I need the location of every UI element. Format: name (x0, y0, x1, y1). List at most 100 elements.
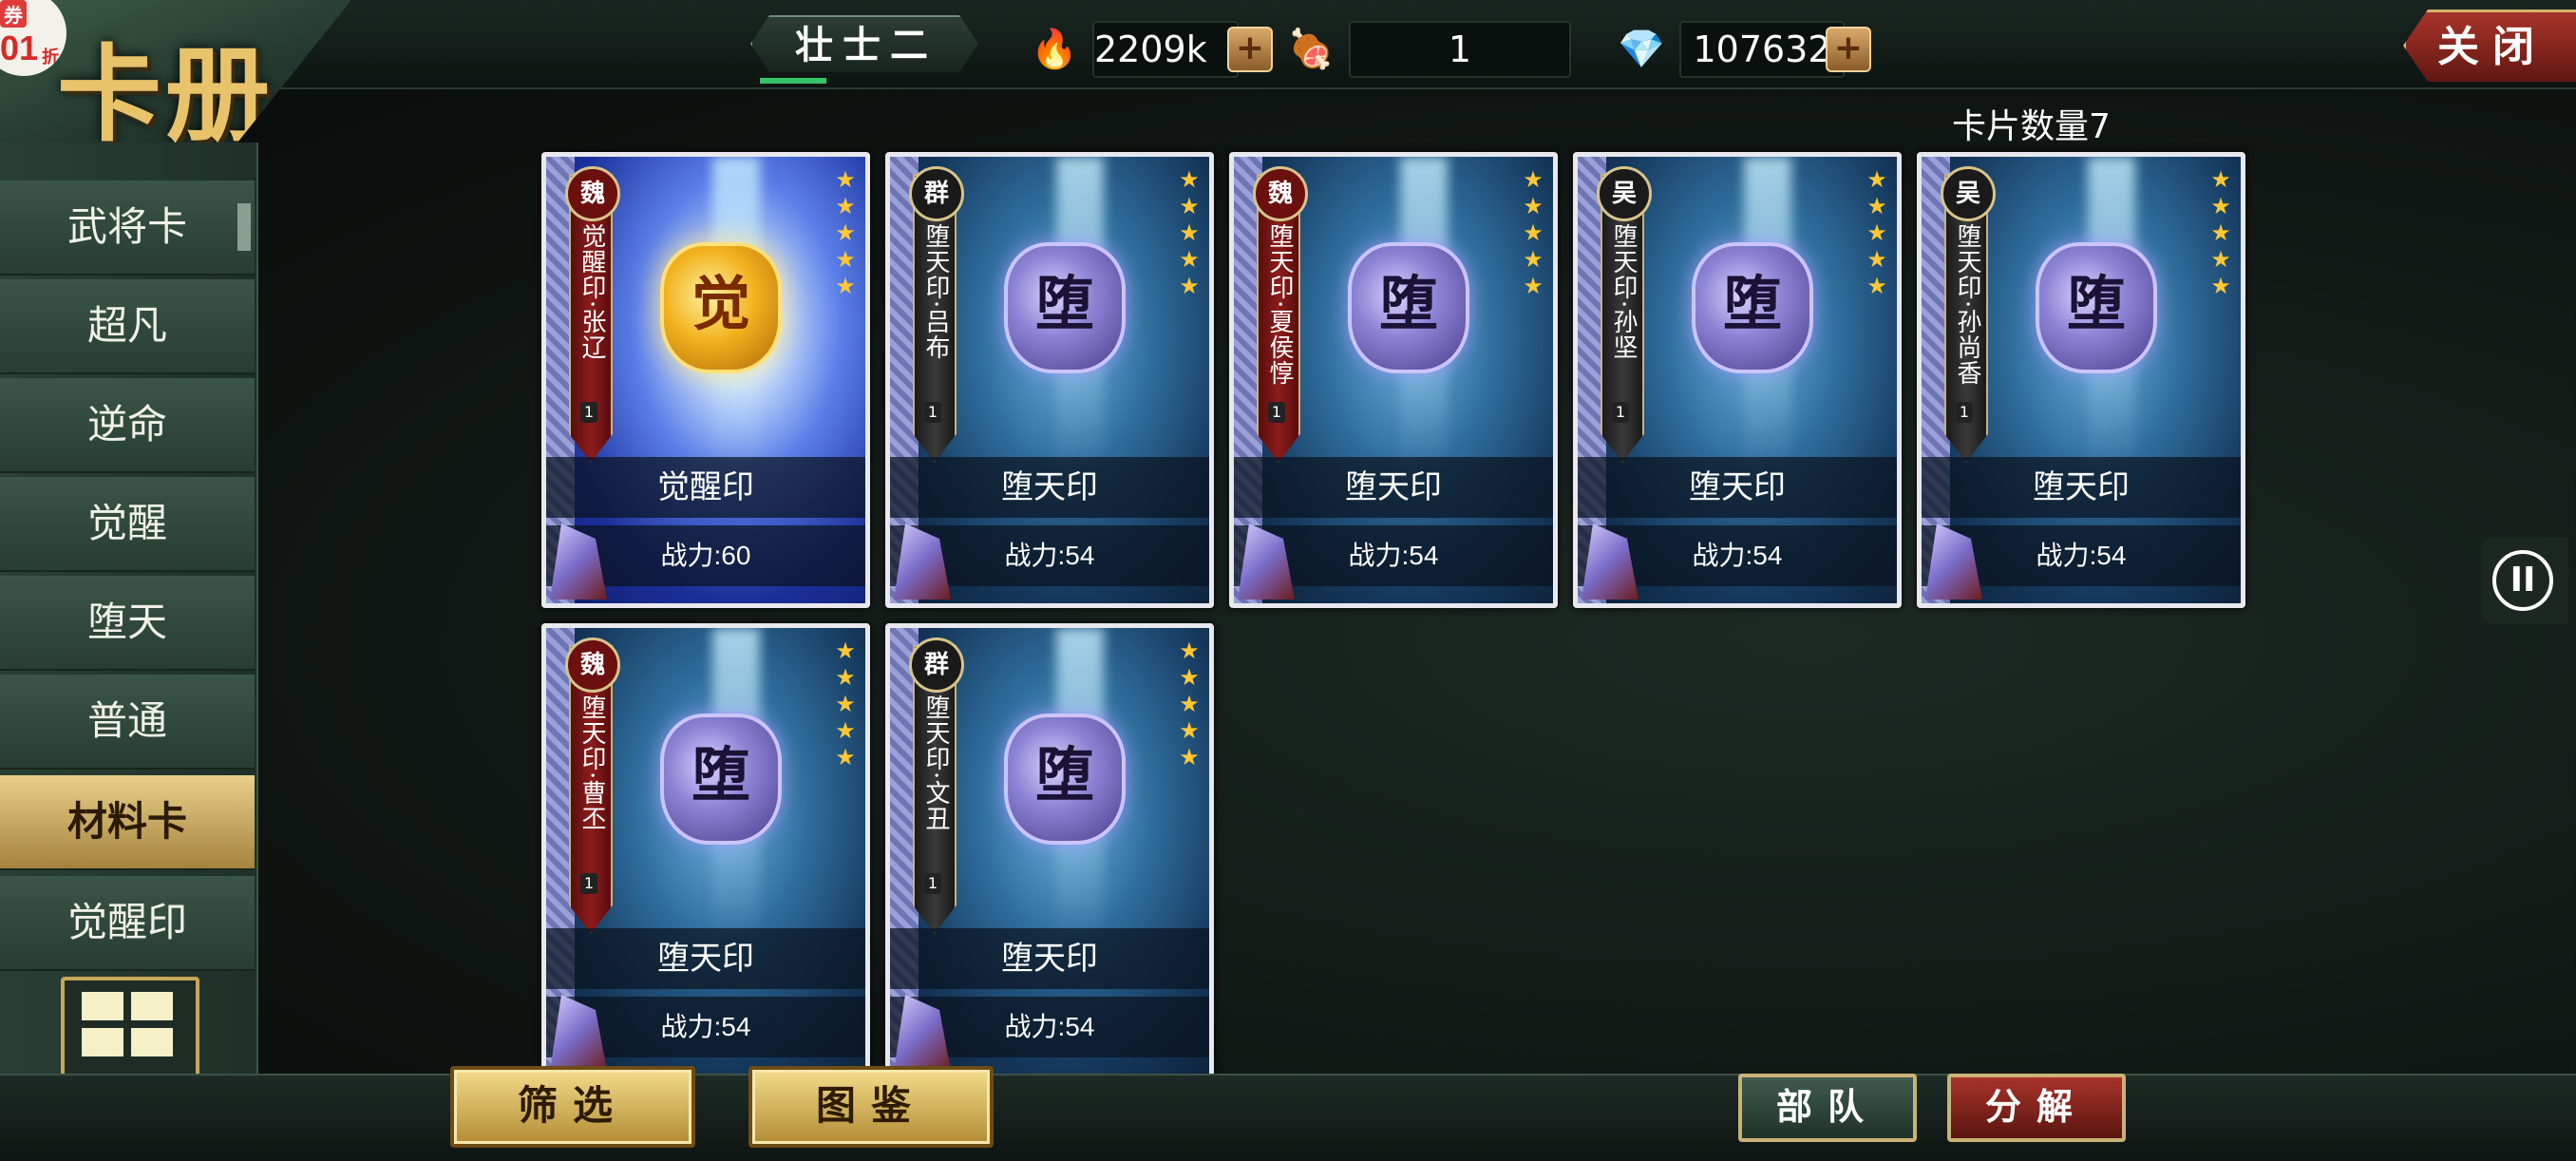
star-icon: ★ (1866, 166, 1887, 193)
star-icon: ★ (1866, 273, 1887, 299)
sidebar-item-label: 逆命 (86, 401, 167, 447)
card-level: 1 (580, 402, 597, 423)
grid-cell (131, 992, 173, 1020)
catalog-button[interactable]: 图鉴 (748, 1066, 994, 1148)
material-card[interactable]: 群堕天印·吕布 1 ★ ★ ★ ★ ★ 堕堕天印 战力:54 (885, 152, 1214, 608)
tab-arrow-icon (237, 203, 251, 251)
star-icon: ★ (1179, 638, 1200, 664)
star-icon: ★ (835, 744, 856, 771)
filter-button[interactable]: 筛选 (450, 1066, 695, 1148)
star-icon: ★ (2210, 166, 2231, 193)
decompose-button[interactable]: 分解 (1947, 1074, 2126, 1142)
page-title: 卡册 (57, 33, 274, 156)
star-icon: ★ (1523, 246, 1544, 273)
card-level: 1 (580, 873, 597, 894)
squad-name-tab[interactable]: 壮士二 (750, 15, 978, 72)
star-icon: ★ (1523, 219, 1544, 246)
sidebar-item-general-card[interactable]: 武将卡 (0, 181, 255, 276)
resource-meat: 🍖 1 (1287, 21, 1571, 78)
star-icon: ★ (1179, 744, 1200, 771)
star-rating: ★ ★ ★ ★ ★ (1177, 638, 1202, 771)
seal-emblem-icon: 堕 (2036, 242, 2157, 373)
star-rating: ★ ★ ★ ★ ★ (833, 638, 858, 771)
material-card[interactable]: 魏觉醒印·张辽 1 ★ ★ ★ ★ ★ 觉觉醒印 战力:60 (541, 152, 870, 608)
star-icon: ★ (835, 664, 856, 691)
sidebar-item-normal[interactable]: 普通 (0, 675, 255, 770)
star-icon: ★ (1523, 273, 1544, 299)
star-icon: ★ (1179, 246, 1200, 273)
grid-cell (82, 992, 123, 1020)
seal-emblem-icon: 觉 (660, 242, 782, 373)
star-icon: ★ (835, 193, 856, 219)
card-name: 堕天印·夏侯惇 (1265, 223, 1294, 387)
sidebar-item-material-card[interactable]: 材料卡 (0, 775, 255, 870)
seal-emblem-icon: 堕 (660, 714, 782, 845)
add-flame-button[interactable]: + (1227, 27, 1273, 72)
seal-emblem-icon: 堕 (1692, 242, 1813, 373)
sidebar-item-label: 觉醒印 (66, 899, 187, 945)
add-gem-button[interactable]: + (1826, 27, 1871, 72)
flame-icon: 🔥 (1031, 28, 1078, 71)
star-icon: ★ (1866, 193, 1887, 219)
card-type: 堕天印 (890, 928, 1209, 989)
faction-badge: 魏 (1253, 166, 1308, 221)
gem-icon: 💎 (1618, 28, 1665, 71)
close-button[interactable]: 关闭 (2403, 10, 2576, 82)
seal-emblem-icon: 堕 (1004, 714, 1126, 845)
card-type: 堕天印 (890, 457, 1209, 518)
star-icon: ★ (2210, 219, 2231, 246)
star-icon: ★ (835, 691, 856, 717)
card-type: 堕天印 (1234, 457, 1553, 518)
bottom-bar (0, 1074, 2576, 1161)
resource-gem-value: 107632 (1693, 29, 1831, 70)
star-icon: ★ (1179, 166, 1200, 193)
sidebar-item-defy-fate[interactable]: 逆命 (0, 378, 255, 473)
resource-meat-value: 1 (1448, 29, 1472, 70)
card-name: 觉醒印·张辽 (578, 223, 606, 361)
coupon-value: 01 (0, 29, 39, 67)
faction-badge: 群 (909, 166, 964, 221)
material-card[interactable]: 群堕天印·文丑 1 ★ ★ ★ ★ ★ 堕堕天印 战力:54 (885, 623, 1214, 1079)
faction-badge: 吴 (1941, 166, 1996, 221)
material-card[interactable]: 吴堕天印·孙尚香 1 ★ ★ ★ ★ ★ 堕堕天印 战力:54 (1917, 152, 2245, 608)
sidebar-item-label: 堕天 (86, 599, 167, 645)
resource-gem: 💎 107632 (1618, 21, 1845, 78)
sidebar-item-fallen[interactable]: 堕天 (0, 576, 255, 671)
meat-icon: 🍖 (1287, 28, 1335, 71)
star-icon: ★ (835, 717, 856, 744)
card-type: 觉醒印 (546, 457, 865, 518)
card-name: 堕天印·吕布 (921, 223, 950, 361)
star-icon: ★ (1179, 219, 1200, 246)
grid-cell (131, 1028, 173, 1056)
card-level: 1 (924, 402, 941, 423)
star-icon: ★ (1866, 219, 1887, 246)
squad-indicator (760, 78, 826, 84)
card-count: 卡片数量7 (1952, 107, 2111, 146)
material-card[interactable]: 魏堕天印·曹丕 1 ★ ★ ★ ★ ★ 堕堕天印 战力:54 (541, 623, 870, 1079)
star-icon: ★ (1523, 166, 1544, 193)
grid-view-button[interactable] (61, 977, 199, 1077)
faction-badge: 吴 (1597, 166, 1652, 221)
resource-flame: 🔥 2209k (1031, 21, 1239, 78)
coupon-badge[interactable]: 券 01 折 (0, 0, 66, 76)
card-type: 堕天印 (546, 928, 865, 989)
card-name: 堕天印·曹丕 (578, 695, 606, 832)
card-name: 堕天印·文丑 (921, 695, 950, 832)
category-sidebar: 武将卡 超凡 逆命 觉醒 堕天 普通 材料卡 觉醒印 (0, 143, 258, 1074)
star-icon: ★ (835, 638, 856, 664)
pause-button[interactable]: II (2481, 537, 2568, 624)
sidebar-item-transcend[interactable]: 超凡 (0, 279, 255, 374)
star-icon: ★ (1179, 691, 1200, 717)
card-type: 堕天印 (1922, 457, 2241, 518)
material-card[interactable]: 魏堕天印·夏侯惇 1 ★ ★ ★ ★ ★ 堕堕天印 战力:54 (1229, 152, 1558, 608)
faction-badge: 魏 (565, 166, 620, 221)
sidebar-item-label: 超凡 (86, 302, 167, 349)
material-card[interactable]: 吴堕天印·孙坚 1 ★ ★ ★ ★ ★ 堕堕天印 战力:54 (1573, 152, 1902, 608)
star-icon: ★ (1179, 664, 1200, 691)
star-rating: ★ ★ ★ ★ ★ (1865, 166, 1889, 299)
sidebar-item-label: 觉醒 (86, 500, 167, 546)
star-icon: ★ (1179, 273, 1200, 299)
troops-button[interactable]: 部队 (1738, 1074, 1917, 1142)
sidebar-item-awaken[interactable]: 觉醒 (0, 477, 255, 572)
sidebar-item-awaken-seal[interactable]: 觉醒印 (0, 876, 255, 971)
